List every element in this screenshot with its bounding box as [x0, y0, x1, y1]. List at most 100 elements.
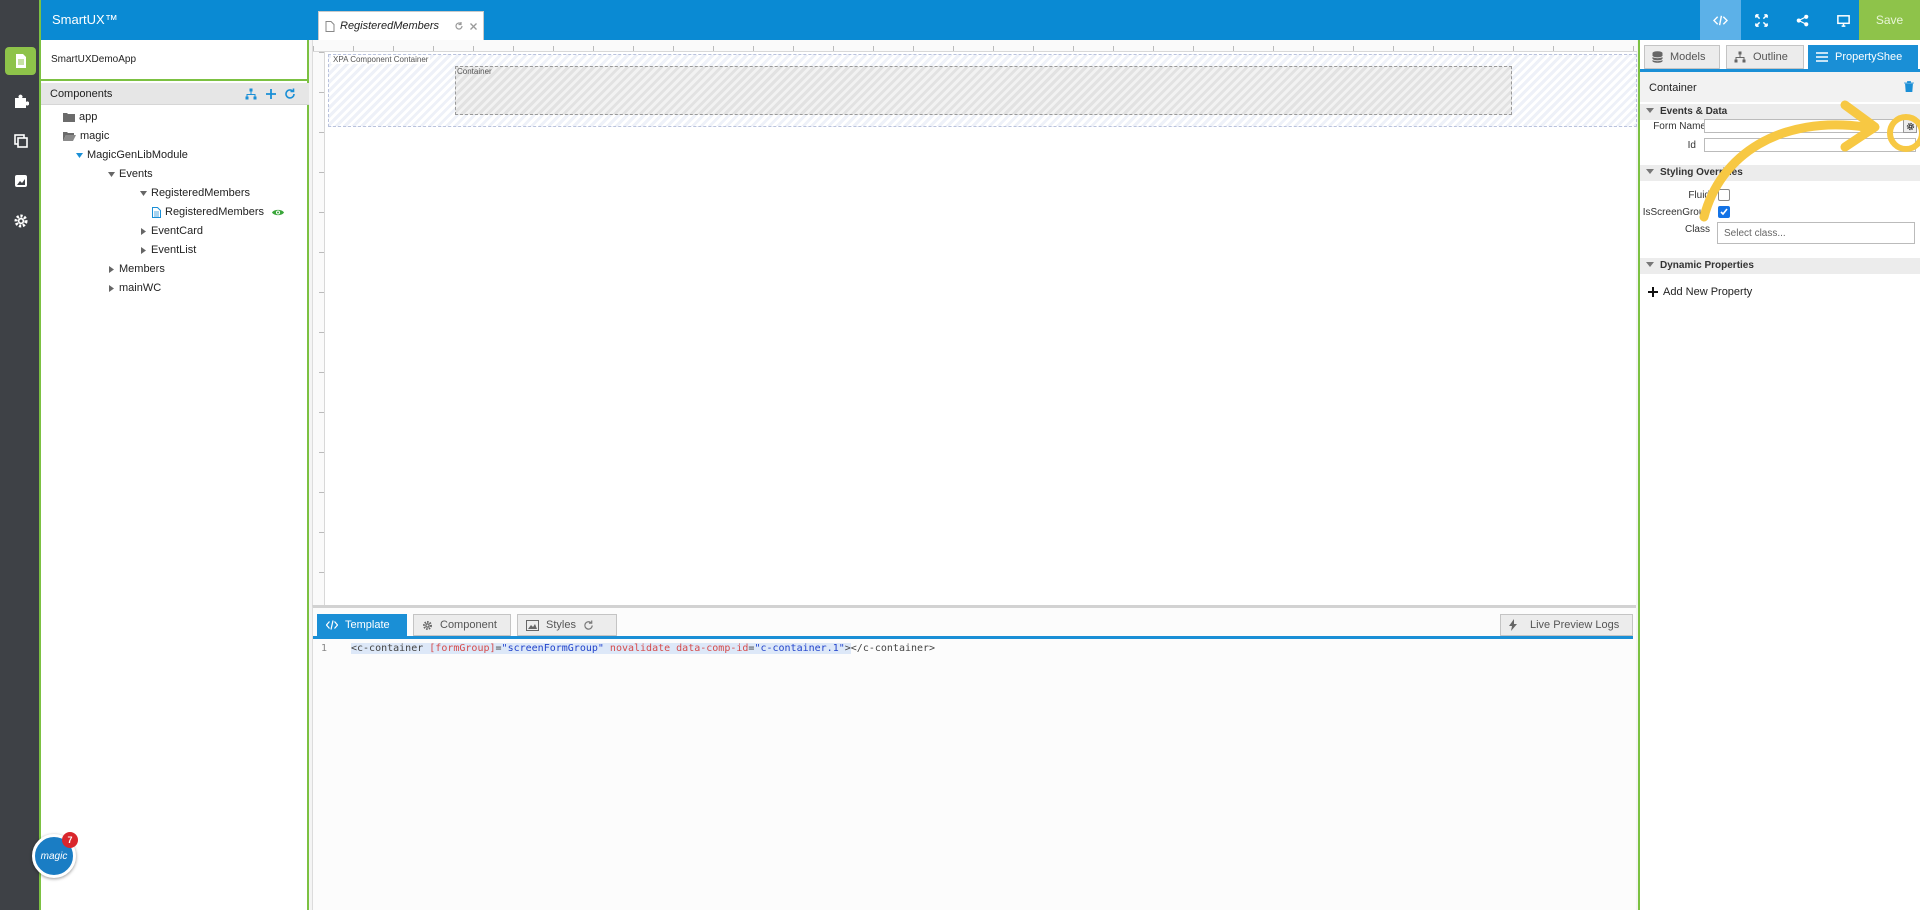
- property-header: Container: [1640, 72, 1920, 102]
- code-icon: [326, 620, 338, 630]
- design-canvas[interactable]: XPA Component Container Container: [312, 40, 1637, 605]
- tree-item-eventcard[interactable]: EventCard: [140, 225, 203, 237]
- caret-down-icon: [140, 190, 147, 196]
- id-label: Id: [1687, 140, 1696, 151]
- tree-item-registeredmembers-folder[interactable]: RegisteredMembers: [140, 187, 250, 199]
- fluid-label: Fluid: [1688, 190, 1710, 201]
- add-new-property-button[interactable]: Add New Property: [1648, 286, 1752, 298]
- hierarchy-icon: [1734, 51, 1746, 63]
- components-header: Components: [41, 83, 309, 105]
- section-events-data[interactable]: Events & Data: [1640, 104, 1920, 120]
- code-token: </c-container>: [850, 643, 936, 654]
- form-name-input[interactable]: [1704, 119, 1904, 133]
- expand-icon: [1755, 13, 1768, 27]
- caret-down-icon: [108, 171, 115, 177]
- hierarchy-icon[interactable]: [243, 86, 259, 102]
- add-icon[interactable]: [263, 86, 279, 102]
- tree-label: MagicGenLibModule: [87, 149, 188, 161]
- checkmark-icon: [1720, 208, 1728, 216]
- share-button[interactable]: [1782, 0, 1823, 40]
- tree-label: magic: [80, 130, 110, 142]
- inner-container[interactable]: Container: [455, 66, 1512, 115]
- save-button[interactable]: Save: [1859, 0, 1920, 40]
- code-line[interactable]: 1 <c-container [formGroup]="screenFormGro…: [321, 643, 935, 654]
- caret-down-icon: [76, 152, 83, 158]
- code-token: =: [495, 643, 502, 654]
- tree-label: Members: [119, 263, 165, 275]
- refresh-icon[interactable]: [454, 21, 464, 31]
- tree-label: EventList: [151, 244, 197, 256]
- tab-label: Component: [440, 619, 497, 631]
- caret-right-icon: [141, 246, 146, 254]
- tree-label: app: [79, 111, 98, 123]
- gear-icon[interactable]: [5, 207, 36, 235]
- monitor-icon: [1837, 14, 1850, 27]
- trash-icon[interactable]: [1904, 81, 1914, 92]
- image-icon[interactable]: [5, 167, 36, 195]
- tab-label: Template: [345, 619, 390, 631]
- editor-tab-underline: [313, 636, 1633, 639]
- puzzle-icon[interactable]: [5, 87, 36, 115]
- tree-label: EventCard: [151, 225, 203, 237]
- code-view-button[interactable]: [1700, 0, 1741, 40]
- tab-styles[interactable]: Styles: [517, 614, 617, 636]
- document-icon[interactable]: [5, 47, 36, 75]
- live-preview-logs-button[interactable]: Live Preview Logs: [1500, 614, 1633, 636]
- tree-item-app[interactable]: app: [63, 111, 97, 123]
- preview-button[interactable]: [1823, 0, 1864, 40]
- database-icon: [1652, 51, 1663, 63]
- property-title: Container: [1649, 82, 1697, 94]
- horizontal-ruler: [313, 40, 1637, 52]
- tree-label: RegisteredMembers: [165, 206, 265, 218]
- list-icon: [1816, 52, 1828, 62]
- fullscreen-button[interactable]: [1741, 0, 1782, 40]
- file-tab[interactable]: RegisteredMembers: [318, 11, 484, 40]
- notification-count: 7: [62, 832, 78, 848]
- section-dynamic-properties[interactable]: Dynamic Properties: [1640, 258, 1920, 274]
- property-panel: Models Outline PropertyShee Container Ev…: [1638, 40, 1920, 910]
- tab-models[interactable]: Models: [1644, 45, 1720, 69]
- vertical-ruler: [313, 52, 325, 605]
- tree-item-eventlist[interactable]: EventList: [140, 244, 196, 256]
- tree-item-magic[interactable]: magic: [63, 130, 109, 142]
- share-icon: [1796, 14, 1809, 26]
- xpa-component-container[interactable]: XPA Component Container Container: [328, 54, 1637, 127]
- section-styling-overrides[interactable]: Styling Overrides: [1640, 165, 1920, 181]
- code-token: [formGroup]: [429, 643, 496, 654]
- gear-icon: [423, 620, 432, 630]
- caret-right-icon: [141, 227, 146, 235]
- close-icon[interactable]: [469, 22, 478, 31]
- xpa-container-label: XPA Component Container: [331, 55, 431, 64]
- tab-template[interactable]: Template: [317, 614, 407, 636]
- class-select[interactable]: Select class...: [1717, 222, 1915, 244]
- lightning-icon: [1509, 619, 1517, 631]
- copy-icon[interactable]: [5, 127, 36, 155]
- logs-label: Live Preview Logs: [1530, 619, 1620, 631]
- fluid-checkbox[interactable]: [1718, 189, 1730, 201]
- left-rail: [0, 0, 41, 910]
- tree-item-mainwc[interactable]: mainWC: [108, 282, 161, 294]
- form-name-settings-button[interactable]: [1903, 119, 1917, 133]
- folder-icon: [63, 113, 75, 122]
- tab-propertysheet[interactable]: PropertyShee: [1808, 45, 1918, 69]
- tree-item-registeredmembers-file[interactable]: RegisteredMembers: [152, 206, 286, 218]
- is-screen-group-checkbox[interactable]: [1718, 206, 1730, 218]
- is-screen-group-label: IsScreenGroup: [1642, 207, 1710, 218]
- tab-component[interactable]: Component: [413, 614, 511, 636]
- tree-label: mainWC: [119, 282, 162, 294]
- tree-item-magicgenlibmodule[interactable]: MagicGenLibModule: [76, 149, 188, 161]
- refresh-icon[interactable]: [282, 86, 298, 102]
- tab-outline[interactable]: Outline: [1726, 45, 1804, 69]
- section-title: Dynamic Properties: [1660, 260, 1754, 271]
- section-title: Styling Overrides: [1660, 167, 1743, 178]
- code-token: novalidate data-comp-id: [603, 643, 749, 654]
- components-title: Components: [50, 88, 113, 100]
- id-input[interactable]: [1704, 138, 1916, 152]
- tree-item-events[interactable]: Events: [108, 168, 153, 180]
- refresh-icon[interactable]: [583, 619, 594, 631]
- inner-container-label: Container: [457, 67, 492, 76]
- tree-item-members[interactable]: Members: [108, 263, 165, 275]
- file-tab-label: RegisteredMembers: [340, 20, 440, 32]
- eye-icon[interactable]: [271, 208, 285, 217]
- component-explorer: SmartUXDemoApp Components app magic Magi…: [41, 40, 309, 910]
